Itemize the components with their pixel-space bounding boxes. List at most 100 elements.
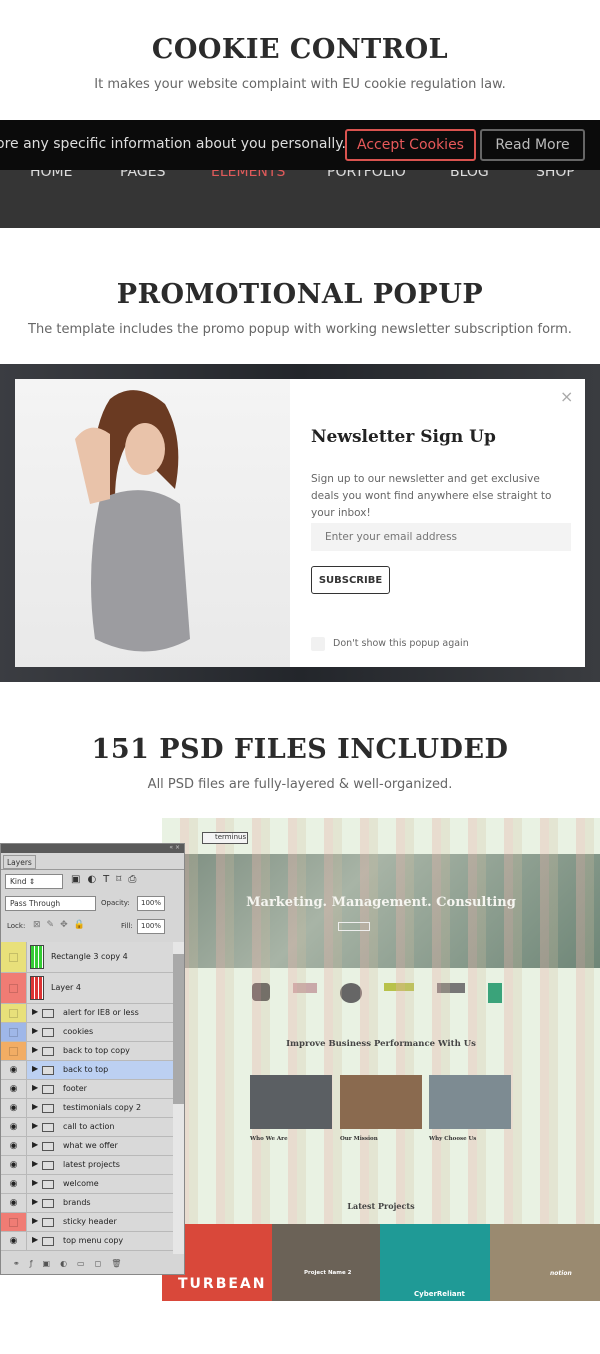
project-tile: notion [490,1224,600,1301]
expand-triangle-icon[interactable]: ▶ [32,1216,38,1225]
folder-icon [42,1142,54,1151]
cookie-section-subtitle: It makes your website complaint with EU … [94,77,506,92]
layer-name: brands [63,1198,91,1207]
visibility-toggle[interactable] [1,1023,27,1041]
layer-name: welcome [63,1179,99,1188]
mockup-section-title: Improve Business Performance With Us [286,1039,476,1049]
expand-triangle-icon[interactable]: ▶ [32,1197,38,1206]
card-image [429,1075,511,1129]
layers-scrollbar[interactable] [173,942,184,1254]
layer-row[interactable]: ◉ ▶ call to action [1,1118,173,1137]
tab-layers[interactable]: Layers [3,855,36,869]
mockup-projects-title: Latest Projects [347,1201,415,1211]
layer-row[interactable]: ◉ ▶ testimonials copy 2 [1,1099,173,1118]
cookie-message: ore any specific information about you p… [0,136,346,152]
card-image [340,1075,422,1129]
cookie-section-title: COOKIE CONTROL [151,34,449,65]
eye-icon[interactable]: ◉ [1,1232,27,1250]
nav-bar: HOME ˅ PAGES ˅ ELEMENTS ˅ PORTFOLIO ˅ BL… [0,164,600,228]
layer-name: footer [63,1084,87,1093]
expand-triangle-icon[interactable]: ▶ [32,1178,38,1187]
expand-triangle-icon[interactable]: ▶ [32,1064,38,1073]
eye-icon[interactable]: ◉ [1,1118,27,1136]
psd-section-title: 151 PSD FILES INCLUDED [91,734,509,765]
accept-cookies-button[interactable]: Accept Cookies [345,129,476,161]
opacity-input[interactable]: 100% [137,896,165,911]
layer-row[interactable]: ◉ ▶ welcome [1,1175,173,1194]
layer-name: Layer 4 [51,983,81,992]
filter-icons[interactable]: ▣◐T⌑⎙ [71,874,143,885]
folder-icon [42,1104,54,1113]
layer-row[interactable]: ▶ back to top copy [1,1042,173,1061]
popup-title: Newsletter Sign Up [311,427,496,447]
fill-input[interactable]: 100% [137,919,165,934]
close-icon[interactable]: × [560,387,573,406]
kind-filter-select[interactable]: Kind ⇕ [5,874,63,889]
expand-triangle-icon[interactable]: ▶ [32,1140,38,1149]
layer-row[interactable]: ▶ alert for IE8 or less [1,1004,173,1023]
visibility-toggle[interactable] [1,973,27,1003]
project-label: Project Name 2 [304,1270,352,1276]
layer-row[interactable]: Layer 4 [1,973,173,1004]
psd-mockup: terminus Marketing. Management. Consulti… [162,818,600,1301]
email-input[interactable] [311,523,571,551]
expand-triangle-icon[interactable]: ▶ [32,1235,38,1244]
dont-show-checkbox[interactable] [311,637,325,651]
layer-thumbnail [30,945,44,969]
expand-triangle-icon[interactable]: ▶ [32,1083,38,1092]
lock-icons[interactable]: ⊠✎✥🔒 [33,920,91,930]
eye-icon[interactable]: ◉ [1,1156,27,1174]
mockup-hero-button [338,922,370,931]
folder-icon [42,1028,54,1037]
blend-mode-select[interactable]: Pass Through [5,896,96,911]
panel-titlebar: « × [1,844,184,853]
expand-triangle-icon[interactable]: ▶ [32,1026,38,1035]
layer-row[interactable]: ◉ ▶ what we offer [1,1137,173,1156]
project-tile: Project Name 2 [272,1224,380,1301]
expand-triangle-icon[interactable]: ▶ [32,1007,38,1016]
layer-name: what we offer [63,1141,118,1150]
visibility-toggle[interactable] [1,1042,27,1060]
visibility-toggle[interactable] [1,942,27,972]
folder-icon [42,1009,54,1018]
layer-thumbnail [30,976,44,1000]
eye-icon[interactable]: ◉ [1,1194,27,1212]
layer-row[interactable]: ▶ sticky header [1,1213,173,1232]
layer-row[interactable]: ◉ ▶ back to top [1,1061,173,1080]
visibility-toggle[interactable] [1,1213,27,1231]
eye-icon[interactable]: ◉ [1,1099,27,1117]
expand-triangle-icon[interactable]: ▶ [32,1121,38,1130]
expand-triangle-icon[interactable]: ▶ [32,1102,38,1111]
eye-icon[interactable]: ◉ [1,1137,27,1155]
expand-triangle-icon[interactable]: ▶ [32,1045,38,1054]
expand-triangle-icon[interactable]: ▶ [32,1159,38,1168]
fill-label: Fill: [121,922,133,930]
eye-icon[interactable]: ◉ [1,1061,27,1079]
layer-name: back to top [63,1065,109,1074]
layer-row[interactable]: ◉ ▶ brands [1,1194,173,1213]
layer-row[interactable]: ◉ ▶ top menu copy [1,1232,173,1251]
layers-footer-toolbar[interactable]: ⚭ƒ▣◐▭◻🗑 [1,1255,184,1275]
eye-icon[interactable]: ◉ [1,1080,27,1098]
mockup-logo: terminus [202,832,248,844]
layer-name: latest projects [63,1160,120,1169]
project-tile: CyberReliant [380,1224,490,1301]
newsletter-popup: × Newsletter Sign Up Sign up to our news… [15,379,585,667]
folder-icon [42,1161,54,1170]
eye-icon[interactable]: ◉ [1,1175,27,1193]
card-title: Who We Are [250,1136,288,1142]
card-image [250,1075,332,1129]
layer-row[interactable]: ◉ ▶ footer [1,1080,173,1099]
layer-row[interactable]: ◉ ▶ latest projects [1,1156,173,1175]
subscribe-button[interactable]: SUBSCRIBE [311,566,390,594]
layer-row[interactable]: ▶ cookies [1,1023,173,1042]
promo-section-subtitle: The template includes the promo popup wi… [28,322,572,337]
layer-row[interactable]: Rectangle 3 copy 4 [1,942,173,973]
folder-icon [42,1085,54,1094]
layer-name: alert for IE8 or less [63,1008,139,1017]
visibility-toggle[interactable] [1,1004,27,1022]
read-more-button[interactable]: Read More [480,129,585,161]
layer-name: Rectangle 3 copy 4 [51,952,128,961]
folder-icon [42,1066,54,1075]
promo-section-title: PROMOTIONAL POPUP [116,279,484,310]
